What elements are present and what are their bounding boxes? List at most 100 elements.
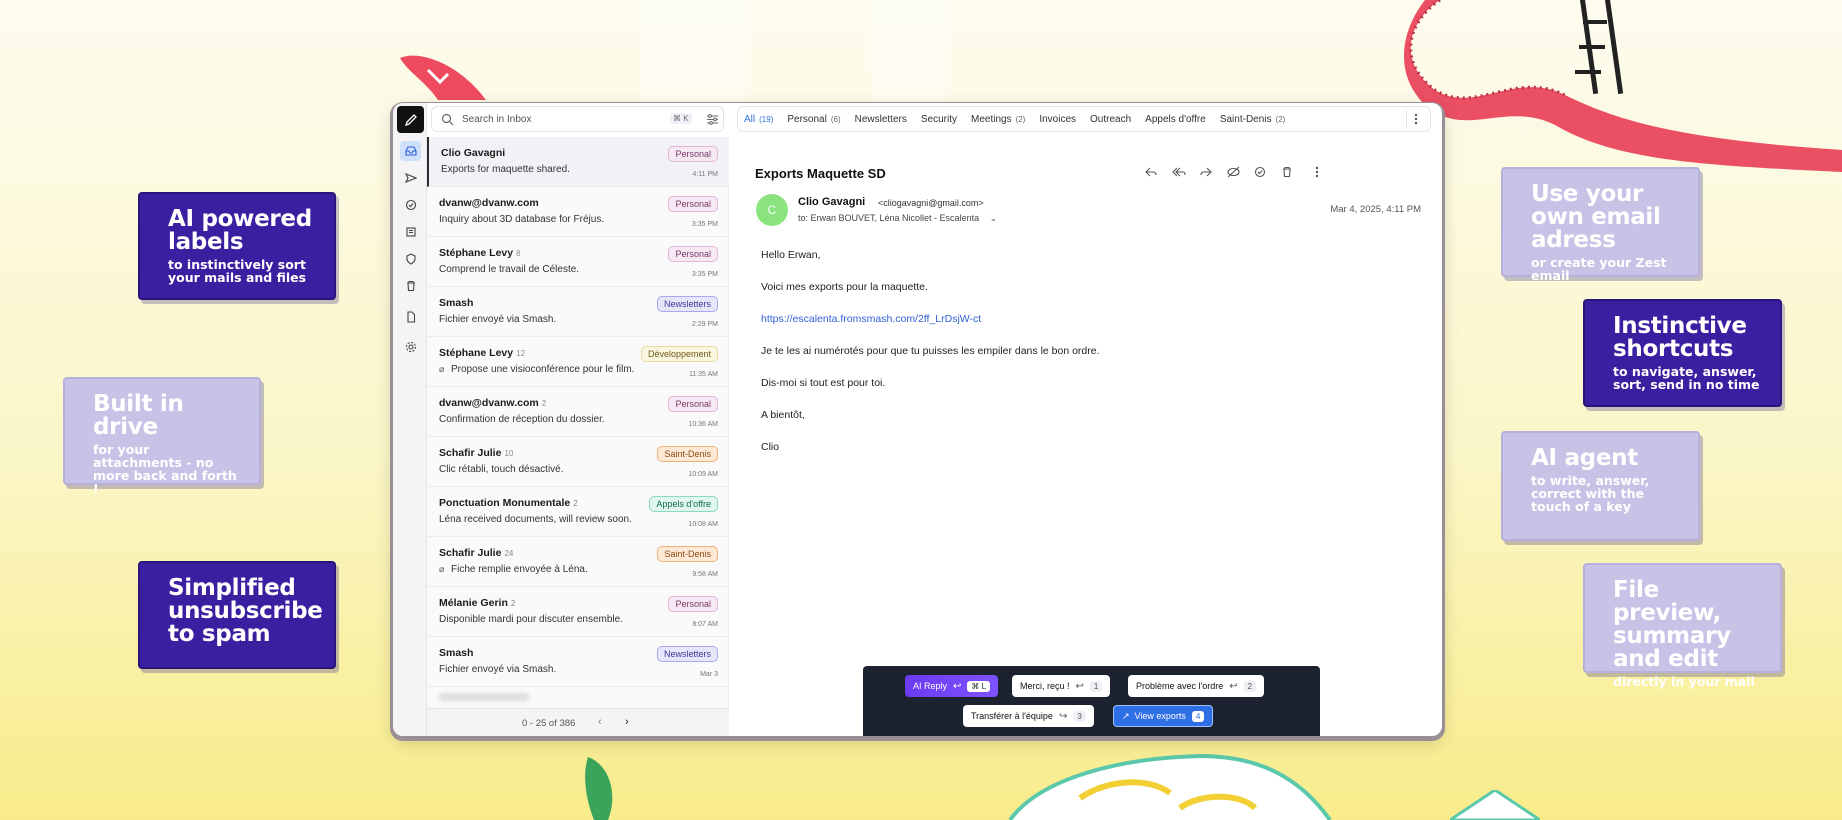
sidebar-item-sent[interactable]	[400, 168, 421, 188]
email-row[interactable]: Smash Newsletters Fichier envoyé via Sma…	[427, 287, 729, 337]
forward-icon: ↪	[1058, 710, 1068, 722]
reply-icon: ↩	[1075, 680, 1084, 692]
sender-name: dvanw@dvanw.com	[439, 397, 539, 409]
promo-card-shortcuts: Instinctive shortcuts to navigate, answe…	[1583, 299, 1782, 407]
hide-icon[interactable]	[1224, 163, 1242, 181]
email-row[interactable]: dvanw@dvanw.com Personal Inquiry about 3…	[427, 187, 729, 237]
tab-label: Security	[920, 113, 957, 125]
more-vertical-icon	[1414, 113, 1417, 125]
chevron-down-icon[interactable]: ⌄	[990, 213, 998, 223]
check-circle-icon[interactable]	[1251, 163, 1269, 181]
search-input[interactable]: Search in Inbox ⌘ K	[431, 106, 724, 132]
ai-reply-button[interactable]: AI Reply ↩ ⌘ L	[905, 675, 999, 697]
promo-title: AI agent	[1531, 445, 1638, 471]
sender-name: Clio Gavagni	[441, 147, 506, 159]
chevron-left-icon[interactable]: ‹	[598, 716, 602, 728]
reply-icon: ↩	[1229, 680, 1238, 692]
body-line: Hello Erwan,	[761, 249, 821, 261]
tab-personal[interactable]: Personal (6)	[787, 114, 840, 125]
promo-subtitle: directly in your mail	[1613, 674, 1755, 689]
email-sender: Schafir Julie 10	[439, 447, 513, 459]
thread-count: 24	[504, 549, 514, 558]
leaf-illustration	[585, 757, 613, 820]
tab-meetings[interactable]: Meetings (2)	[971, 114, 1025, 125]
chip-label: AI Reply	[913, 681, 948, 691]
tab-appels-doffre[interactable]: Appels d'offre	[1145, 114, 1206, 125]
search-shortcut: ⌘ K	[670, 113, 692, 124]
email-row[interactable]: Clio Gavagni Personal Exports for maquet…	[427, 137, 729, 187]
more-vertical-icon[interactable]	[1308, 163, 1326, 181]
body-link[interactable]: https://escalenta.fromsmash.com/2ff_LrDs…	[761, 313, 981, 325]
sidebar-item-inbox[interactable]	[400, 141, 421, 161]
promo-card-unsubscribe: Simplified unsubscribe to spam	[138, 561, 336, 669]
tab-count: (19)	[759, 114, 774, 124]
email-list: Clio Gavagni Personal Exports for maquet…	[427, 137, 729, 736]
tab-newsletters[interactable]: Newsletters	[855, 114, 907, 125]
tab-outreach[interactable]: Outreach	[1090, 114, 1131, 125]
quick-reply-probleme-button[interactable]: Problème avec l'ordre ↩ 2	[1128, 675, 1265, 697]
email-time: 8:07 AM	[692, 621, 718, 628]
promo-subtitle: to write, answer, correct with the touch…	[1531, 473, 1650, 514]
file-icon	[406, 311, 415, 323]
tab-all[interactable]: All (19)	[744, 114, 773, 125]
tab-label: Newsletters	[854, 113, 907, 125]
label-badge: Personal	[668, 146, 718, 162]
reading-pane: Exports Maquette SD C Clio Gavagni <clio…	[730, 137, 1442, 736]
sidebar-item-done[interactable]	[400, 195, 421, 215]
email-row[interactable]: dvanw@dvanw.com 2 Personal Confirmation d…	[427, 387, 729, 437]
reply-all-icon[interactable]	[1170, 163, 1188, 181]
email-sender: dvanw@dvanw.com 2	[439, 397, 546, 409]
email-subject: Inquiry about 3D database for Fréjus.	[439, 214, 605, 225]
label-badge: Personal	[668, 246, 718, 262]
quick-forward-button[interactable]: Transférer à l'équipe ↪ 3	[963, 705, 1094, 727]
email-time: 10:36 AM	[688, 421, 718, 428]
compose-button[interactable]	[397, 106, 424, 133]
trash-icon	[406, 280, 415, 292]
thread-count: 8	[516, 249, 521, 258]
red-shape-illustration	[400, 55, 486, 100]
thread-count: 12	[516, 349, 526, 358]
label-badge: Appels d'offre	[649, 496, 718, 512]
check-circle-icon	[405, 199, 416, 211]
tab-label: Saint-Denis	[1219, 113, 1272, 125]
email-time: 3:35 PM	[691, 271, 718, 278]
chip-label: Problème avec l'ordre	[1136, 681, 1224, 691]
gear-icon	[405, 341, 416, 353]
trash-icon[interactable]	[1278, 163, 1296, 181]
tab-security[interactable]: Security	[921, 114, 957, 125]
email-sender: Stéphane Levy 8	[439, 247, 521, 259]
sidebar-item-trash[interactable]	[400, 276, 421, 296]
email-time: 2:29 PM	[691, 321, 718, 328]
chevron-right-icon[interactable]: ›	[625, 716, 629, 728]
email-row[interactable]: Schafir Julie 24 Saint-Denis Fiche rempli…	[427, 537, 729, 587]
sidebar-item-newsletters[interactable]	[400, 222, 421, 242]
email-row[interactable]: Mélanie Gerin 2 Personal Disponible mardi…	[427, 587, 729, 637]
filter-icon[interactable]	[706, 113, 719, 126]
tab-invoices[interactable]: Invoices	[1039, 114, 1076, 125]
email-subject: Confirmation de réception du dossier.	[439, 414, 605, 425]
email-row[interactable]: Stéphane Levy 12 Développement Propose un…	[427, 337, 729, 387]
view-exports-button[interactable]: ↗ View exports 4	[1113, 705, 1214, 727]
quick-reply-merci-button[interactable]: Merci, reçu ! ↩ 1	[1012, 675, 1111, 697]
more-tabs-button[interactable]	[1406, 110, 1424, 128]
email-row[interactable]: Smash Newsletters Fichier envoyé via Sma…	[427, 637, 729, 687]
tab-saint-denis[interactable]: Saint-Denis (2)	[1220, 114, 1285, 125]
email-row[interactable]: Ponctuation Monumentale 2 Appels d'offre …	[427, 487, 729, 537]
chip-shortcut: 1	[1089, 680, 1103, 692]
reply-icon[interactable]	[1142, 163, 1160, 181]
recipients: to: Erwan BOUVET, Léna Nicollet - Escale…	[798, 213, 997, 224]
promo-title: Instinctive shortcuts	[1613, 313, 1747, 362]
sidebar-item-drive[interactable]	[400, 307, 421, 327]
chip-shortcut: 2	[1243, 680, 1257, 692]
label-badge: Développement	[640, 346, 718, 362]
email-row[interactable]: Schafir Julie 10 Saint-Denis Clic rétabli…	[427, 437, 729, 487]
email-row[interactable]: Stéphane Levy 8 Personal Comprend le trav…	[427, 237, 729, 287]
sidebar-item-security[interactable]	[400, 249, 421, 269]
forward-icon[interactable]	[1197, 163, 1215, 181]
promo-title: File preview, summary and edit	[1613, 577, 1731, 672]
sender-name: Ponctuation Monumentale	[439, 497, 571, 509]
sidebar-rail	[393, 103, 427, 736]
promo-subtitle: to instinctively sort your mails and fil…	[168, 257, 307, 285]
sidebar-item-settings[interactable]	[400, 337, 421, 357]
pagination-text: 0 - 25 of 386	[522, 718, 576, 729]
